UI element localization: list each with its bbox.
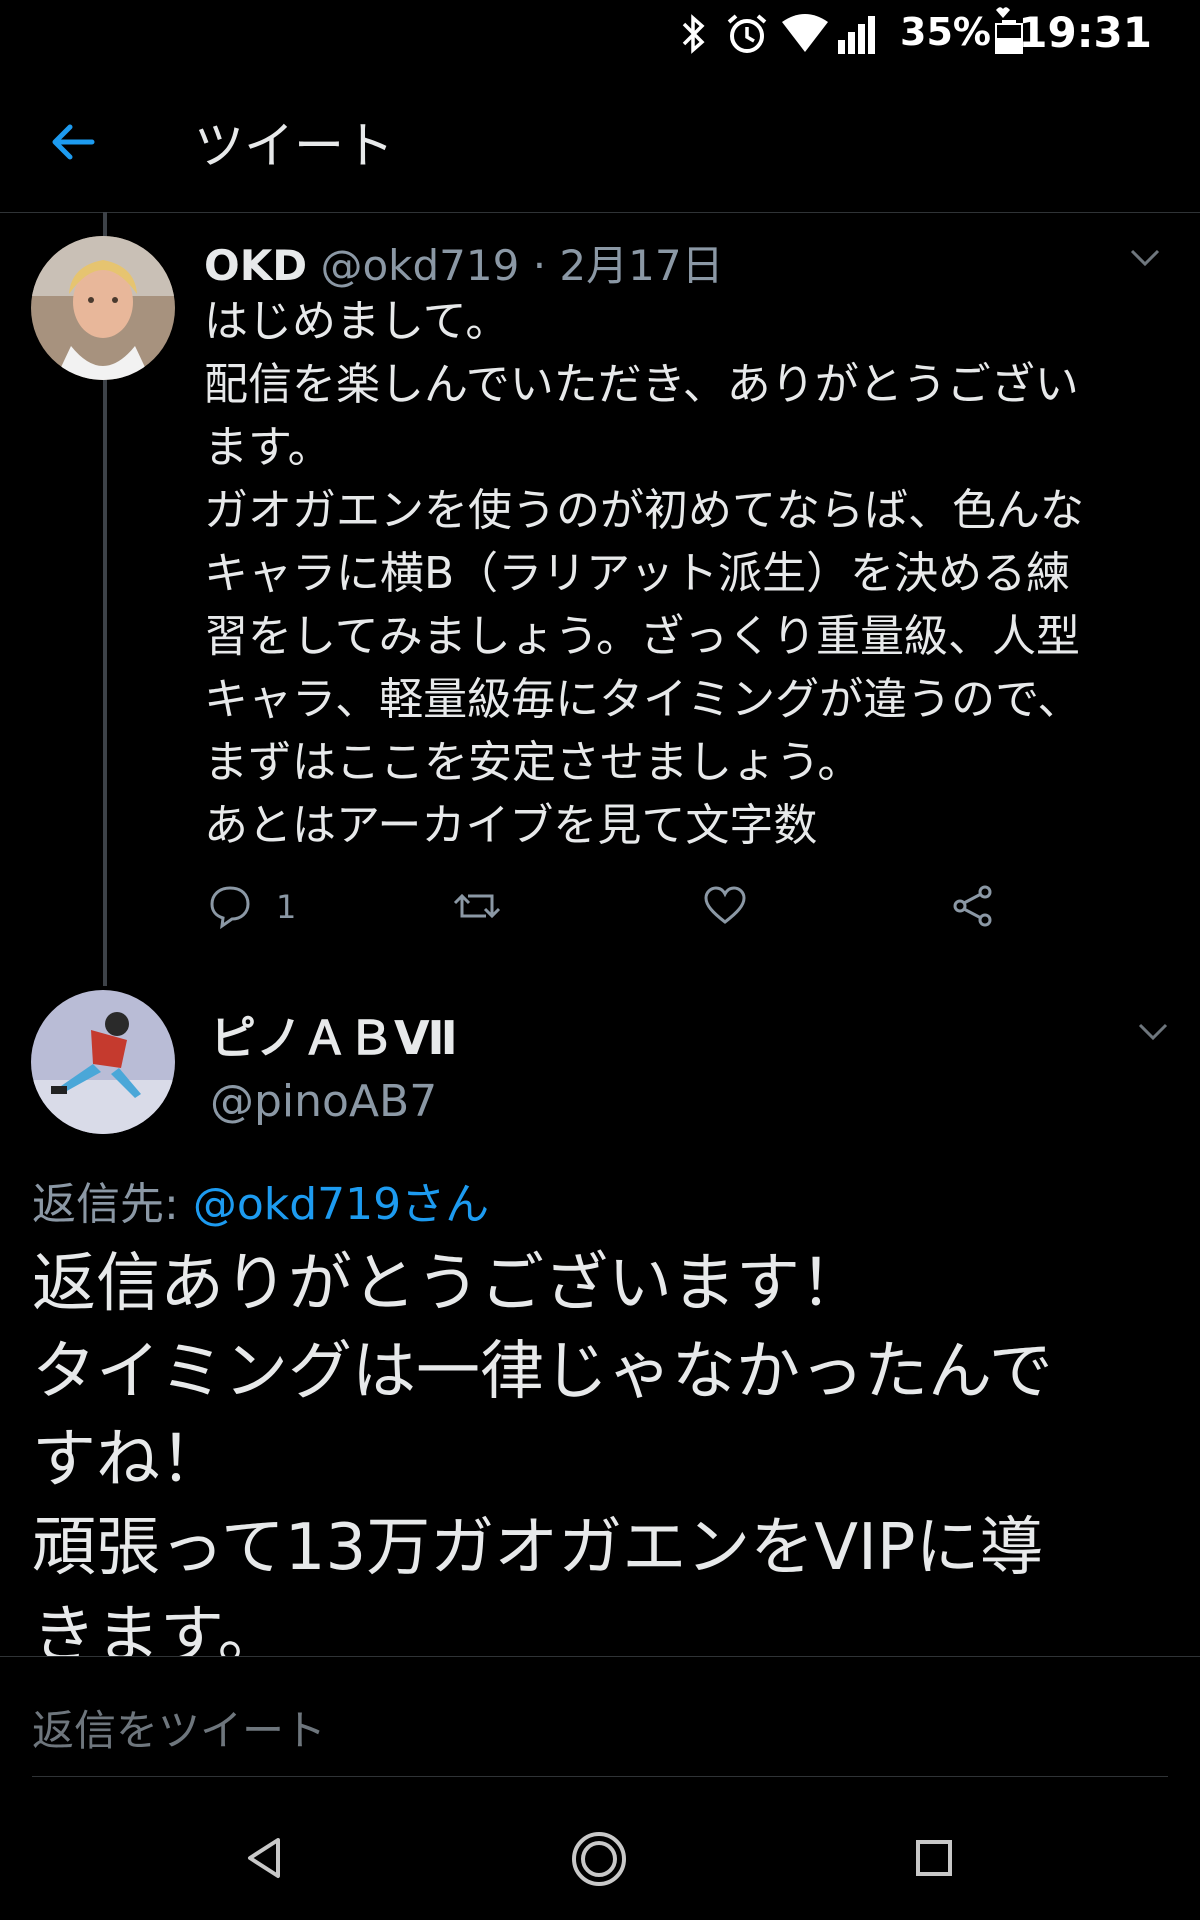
tweet1-separator: · xyxy=(532,241,547,290)
reply-to-line: 返信先: @okd719さん xyxy=(32,1168,489,1232)
tweet1-author-name[interactable]: OKD xyxy=(204,241,307,290)
reply-input-underline xyxy=(32,1776,1168,1777)
reply-to-label: 返信先: xyxy=(32,1179,193,1230)
retweet-icon[interactable] xyxy=(452,882,502,930)
app-header: ツイート xyxy=(0,70,1200,213)
reply-count: 1 xyxy=(276,888,297,926)
chevron-down-icon[interactable] xyxy=(1136,1014,1170,1048)
home-circle-icon[interactable] xyxy=(570,1830,628,1888)
tweet2-author-name[interactable]: ピノＡＢⅦ xyxy=(210,1002,458,1068)
wifi-icon xyxy=(782,14,828,52)
tweet1-author-handle[interactable]: @okd719 xyxy=(320,241,519,290)
bluetooth-icon xyxy=(682,14,705,54)
reply-bar: 返信をツイート xyxy=(0,1656,1200,1777)
like-icon[interactable] xyxy=(702,882,748,930)
share-icon[interactable] xyxy=(950,882,996,930)
signal-icon xyxy=(838,16,875,54)
reply-input[interactable]: 返信をツイート xyxy=(32,1697,326,1758)
tweet1-header: OKD @okd719 · 2月17日 xyxy=(204,232,724,293)
alarm-icon xyxy=(727,14,767,53)
back-triangle-icon[interactable] xyxy=(242,1834,286,1882)
reply-icon[interactable] xyxy=(208,882,252,930)
recents-square-icon[interactable] xyxy=(914,1838,954,1878)
back-arrow-icon[interactable] xyxy=(44,112,104,172)
page-title: ツイート xyxy=(194,117,394,175)
avatar-okd[interactable] xyxy=(31,236,175,380)
battery-percent: 35% xyxy=(900,10,991,54)
status-time: 19:31 xyxy=(1018,8,1152,57)
reply-to-mention[interactable]: @okd719さん xyxy=(193,1179,489,1230)
android-nav-bar xyxy=(0,1800,1200,1920)
tweet1-date[interactable]: 2月17日 xyxy=(559,241,723,290)
tweet2-text: 返信ありがとうございます！ タイミングは一律じゃなかったんで すね！ 頑張って1… xyxy=(32,1247,1053,1656)
tweet1-text: はじめまして。 配信を楽しんでいただき、ありがとうござい ます。 ガオガエンを使… xyxy=(204,296,1084,851)
avatar-pinoab7[interactable] xyxy=(31,990,175,1134)
status-bar: 35% 19:31 xyxy=(0,0,1200,70)
chevron-down-icon[interactable] xyxy=(1128,240,1162,274)
tweet2-author-handle[interactable]: @pinoAB7 xyxy=(210,1076,437,1127)
